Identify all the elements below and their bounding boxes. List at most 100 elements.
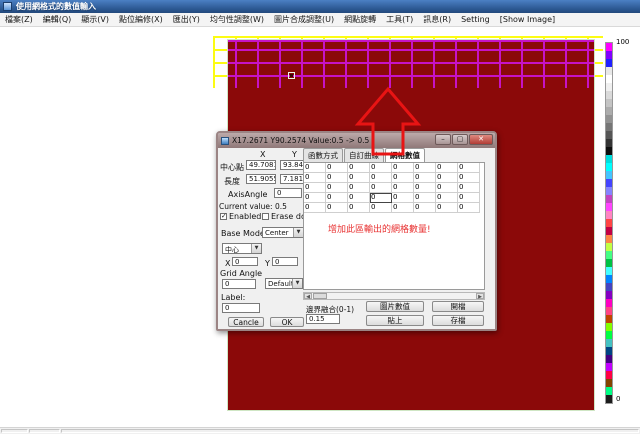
grid-cell[interactable]: 0 [348,163,370,173]
grid-cell[interactable]: 0 [414,173,436,183]
grid-cell[interactable]: 0 [326,183,348,193]
window-titlebar[interactable]: 使用網格式的數值輸入 [0,0,640,13]
grid-cell[interactable]: 0 [348,193,370,203]
grid-cell[interactable]: 0 [392,183,414,193]
grid-cell[interactable]: 0 [414,183,436,193]
menu-item-3[interactable]: 點位編修(X) [114,14,168,25]
scroll-right-icon[interactable]: ▶ [476,293,484,299]
grid-cell[interactable]: 0 [436,163,458,173]
grid-cell[interactable]: 0 [436,203,458,213]
chevron-down-icon[interactable]: ▼ [293,228,303,237]
dialog-close-button[interactable]: ✕ [469,134,493,145]
menu-item-11[interactable]: [Show Image] [495,15,560,24]
grid-cell[interactable]: 0 [348,203,370,213]
canvas-selection-marker[interactable] [288,72,295,79]
tab-0[interactable]: 函數方式 [303,148,343,162]
enabled-checkbox-box[interactable]: ✓ [220,213,227,220]
menu-item-10[interactable]: Setting [456,15,495,24]
color-band [606,91,612,99]
grid-cell[interactable]: 0 [436,183,458,193]
menu-item-4[interactable]: 匯出(Y) [168,14,205,25]
grid-cell[interactable]: 0 [458,173,480,183]
grid-cell[interactable]: 0 [370,173,392,183]
ok-button[interactable]: OK [270,317,304,327]
dialog-icon [221,137,229,145]
axis-angle-input[interactable]: 0 [274,188,302,198]
grid-cell[interactable]: 0 [304,193,326,203]
dialog-maximize-button[interactable]: ▢ [452,134,468,145]
anchor-select[interactable]: 中心 ▼ [222,243,262,254]
image-values-button[interactable]: 圖片數值 [366,301,424,312]
grid-cell[interactable]: 0 [414,163,436,173]
grid-cell[interactable]: 0 [436,193,458,203]
scrollbar-thumb[interactable] [313,293,327,299]
menu-item-1[interactable]: 編輯(Q) [38,14,77,25]
color-band [606,291,612,299]
grid-cell[interactable]: 0 [304,203,326,213]
menu-item-8[interactable]: 工具(T) [381,14,418,25]
length-x-input[interactable]: 51.9055 [246,174,276,184]
grid-cell[interactable]: 0 [436,173,458,183]
grid-angle-input[interactable]: 0 [222,279,256,289]
grid-cell[interactable]: 0 [370,193,392,203]
dialog-minimize-button[interactable]: – [435,134,451,145]
grid-cell[interactable]: 0 [326,173,348,183]
center-x-input[interactable]: 49.7081 [246,160,276,170]
anchor-value: 中心 [223,244,251,253]
grid-cell[interactable]: 0 [392,173,414,183]
erase-dots-checkbox-box[interactable] [262,213,269,220]
grid-cell[interactable]: 0 [458,163,480,173]
offset-x-input[interactable]: 0 [232,257,258,266]
menu-item-7[interactable]: 網點旋轉 [339,14,381,25]
grid-cell[interactable]: 0 [392,193,414,203]
blend-input[interactable]: 0.15 [306,314,340,324]
grid-cell[interactable]: 0 [370,183,392,193]
color-band [606,155,612,163]
menu-item-9[interactable]: 訊息(R) [418,14,456,25]
color-band [606,115,612,123]
menu-bar: 檔案(Z)編輯(Q)顯示(V)點位編修(X)匯出(Y)均勻性調整(W)圖片合成調… [0,13,640,27]
grid-cell[interactable]: 0 [370,203,392,213]
paste-button[interactable]: 貼上 [366,315,424,326]
base-mode-select[interactable]: Center ▼ [262,227,304,238]
grid-cell[interactable]: 0 [304,183,326,193]
menu-item-0[interactable]: 檔案(Z) [0,14,38,25]
grid-cell[interactable]: 0 [392,203,414,213]
axis-angle-label: AxisAngle [228,190,267,199]
save-file-button[interactable]: 存檔 [432,315,484,326]
grid-cell[interactable]: 0 [392,163,414,173]
color-band [606,59,612,67]
color-band [606,131,612,139]
grid-angle-mode-select[interactable]: Default ▼ [265,278,303,289]
horizontal-scrollbar[interactable]: ◀ ▶ [303,292,485,300]
label-input[interactable]: 0 [222,303,260,313]
grid-cell[interactable]: 0 [326,203,348,213]
enabled-checkbox[interactable]: ✓ Enabled [220,212,261,221]
grid-cell[interactable]: 0 [326,193,348,203]
grid-cell[interactable]: 0 [458,193,480,203]
menu-item-6[interactable]: 圖片合成調整(U) [269,14,339,25]
chevron-down-icon[interactable]: ▼ [251,244,261,253]
grid-cell[interactable]: 0 [458,203,480,213]
grid-cell[interactable]: 0 [348,173,370,183]
inner-magenta-grid [228,40,594,88]
grid-cell[interactable]: 0 [348,183,370,193]
grid-cell[interactable]: 0 [458,183,480,193]
offset-y-input[interactable]: 0 [272,257,298,266]
chevron-down-icon[interactable]: ▼ [292,279,302,288]
open-file-button[interactable]: 開檔 [432,301,484,312]
grid-angle-label: Grid Angle [220,269,262,278]
menu-item-2[interactable]: 顯示(V) [76,14,114,25]
grid-cell[interactable]: 0 [370,163,392,173]
cancel-button[interactable]: Cancle [228,317,264,327]
color-scale-strip [605,42,613,404]
grid-cell[interactable]: 0 [414,203,436,213]
menu-item-5[interactable]: 均勻性調整(W) [205,14,269,25]
grid-cell[interactable]: 0 [304,173,326,183]
grid-cell[interactable]: 0 [304,163,326,173]
color-band [606,355,612,363]
grid-cell[interactable]: 0 [326,163,348,173]
grid-cell[interactable]: 0 [414,193,436,203]
scroll-left-icon[interactable]: ◀ [304,293,312,299]
color-band [606,139,612,147]
